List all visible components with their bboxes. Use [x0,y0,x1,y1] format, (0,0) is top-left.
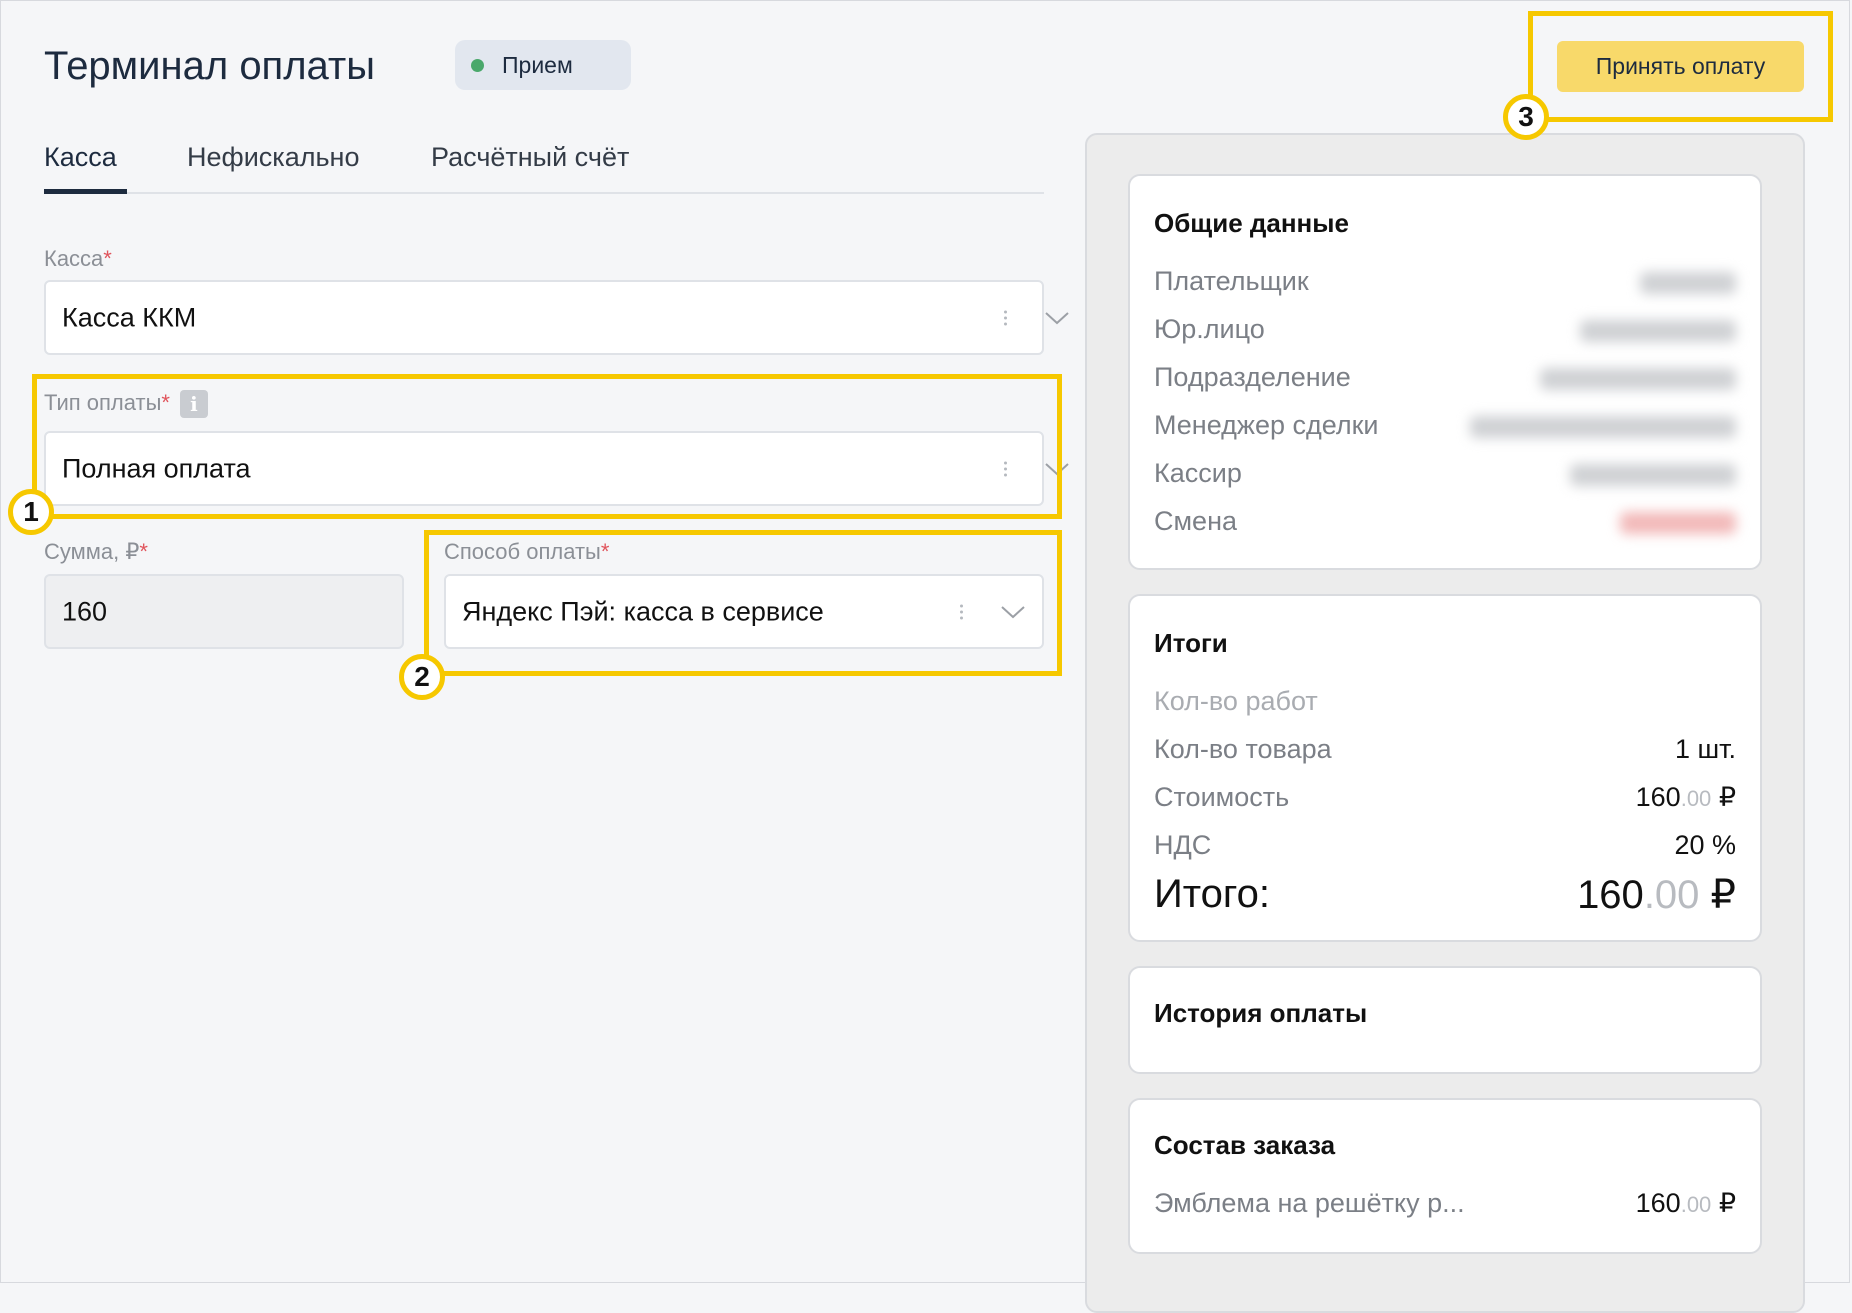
chevron-down-icon[interactable] [1044,311,1070,325]
step-marker-2: 2 [399,654,445,700]
kebab-icon[interactable] [1004,307,1008,328]
tab-register[interactable]: Касса [44,142,117,173]
currency-sign: ₽ [1710,873,1736,917]
amount-label: Сумма, ₽* [44,539,148,565]
order-composition-card: Состав заказа Эмблема на решётку р... 16… [1128,1098,1762,1254]
cost-value: 160.00 ₽ [1636,782,1736,813]
highlight-payment-type [32,374,1062,519]
required-mark: * [139,539,148,564]
grand-total-value: 160.00 ₽ [1577,872,1736,918]
status-dot-icon [471,58,484,72]
page-title: Терминал оплаты [44,44,375,88]
works-count-label: Кол-во работ [1154,686,1318,716]
order-composition-title: Состав заказа [1154,1130,1336,1160]
department-value-redacted [1540,368,1736,390]
order-item-cents: .00 [1680,1192,1712,1217]
payer-value-redacted [1640,272,1736,294]
amount-label-text: Сумма, ₽ [44,539,140,564]
order-item-label: Эмблема на решётку р... [1154,1188,1465,1218]
tab-nonfiscal[interactable]: Нефискально [187,142,359,173]
order-item-price: 160.00 ₽ [1636,1188,1736,1219]
legal-entity-label: Юр.лицо [1154,314,1265,344]
general-data-title: Общие данные [1154,208,1349,238]
required-mark: * [103,246,112,271]
cashier-label: Кассир [1154,458,1242,488]
totals-card: Итоги Кол-во работ Кол-во товара 1 шт. С… [1128,594,1762,942]
totals-title: Итоги [1154,628,1228,658]
amount-field[interactable]: 160 [44,574,404,649]
register-label-text: Касса [44,246,104,271]
register-label: Касса* [44,246,112,272]
amount-field-value: 160 [62,596,108,626]
cost-integer: 160 [1635,782,1681,812]
tab-bar: Касса Нефискально Расчётный счёт [44,126,1044,194]
step-marker-1: 1 [8,489,54,535]
payer-label: Плательщик [1154,266,1309,296]
active-tab-indicator [44,189,127,194]
currency-sign: ₽ [1718,1188,1736,1218]
deal-manager-value-redacted [1470,416,1736,438]
status-badge: Прием [455,40,631,90]
vat-value: 20 % [1674,830,1736,860]
register-select[interactable]: Касса ККМ [44,280,1069,355]
step-marker-3: 3 [1503,94,1549,140]
goods-count-label: Кол-во товара [1154,734,1332,764]
register-select-value: Касса ККМ [62,302,197,332]
status-badge-label: Прием [502,51,573,78]
payment-history-card[interactable]: История оплаты [1128,966,1762,1074]
cost-cents: .00 [1680,786,1712,811]
currency-sign: ₽ [1718,782,1736,812]
deal-manager-label: Менеджер сделки [1154,410,1379,440]
shift-label: Смена [1154,506,1238,536]
goods-count-value: 1 шт. [1674,734,1736,764]
total-integer: 160 [1577,873,1644,917]
general-data-card: Общие данные Плательщик Юр.лицо Подразде… [1128,174,1762,570]
payment-history-title: История оплаты [1154,998,1368,1028]
cost-label: Стоимость [1154,782,1290,812]
department-label: Подразделение [1154,362,1351,392]
vat-label: НДС [1154,830,1212,860]
grand-total-label: Итого: [1154,872,1270,916]
highlight-accept-button [1528,11,1833,122]
tab-bank-account[interactable]: Расчётный счёт [431,142,629,173]
legal-entity-value-redacted [1580,320,1736,342]
order-item-integer: 160 [1635,1188,1681,1218]
shift-value-redacted [1620,512,1736,534]
cashier-value-redacted [1570,464,1736,486]
highlight-payment-method [424,530,1062,676]
total-cents: .00 [1643,873,1700,917]
